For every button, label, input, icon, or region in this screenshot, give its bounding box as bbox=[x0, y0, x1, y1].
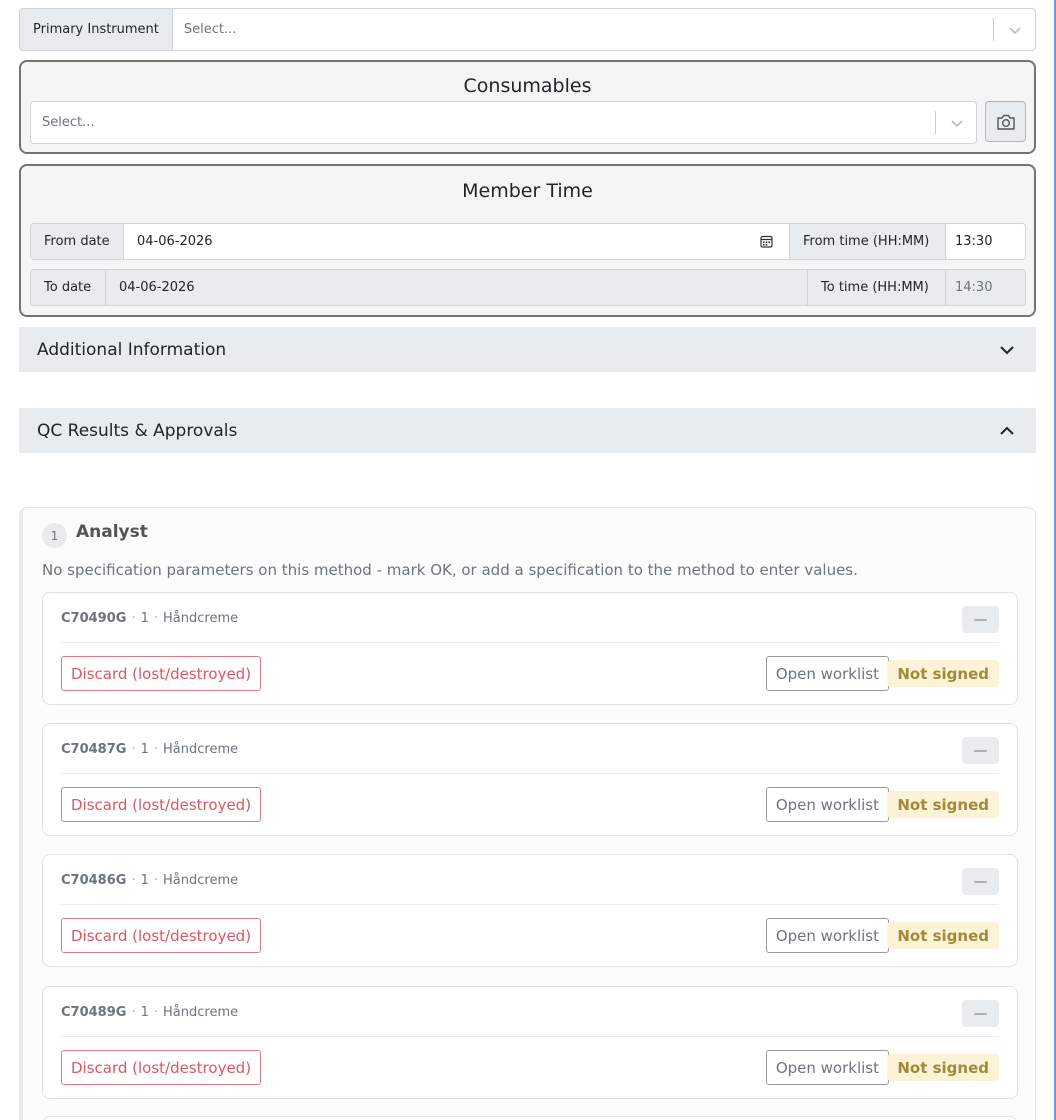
divider bbox=[61, 904, 999, 905]
primary-instrument-placeholder: Select... bbox=[183, 22, 237, 37]
primary-instrument-group: Primary Instrument Select... bbox=[19, 8, 1036, 51]
discard-button[interactable]: Discard (lost/destroyed) bbox=[61, 918, 262, 953]
chevron-down-icon bbox=[951, 119, 963, 127]
sample-result-toggle[interactable]: — bbox=[962, 606, 999, 633]
to-row: To date 04-06-2026 To time (HH:MM) 14:30 bbox=[30, 269, 1026, 306]
sample-card: C70486G · 1 · Håndcreme — Discard (lost/dest… bbox=[42, 854, 1018, 967]
additional-information-accordion[interactable]: Additional Information bbox=[19, 327, 1036, 372]
sample-product: Håndcreme bbox=[163, 611, 239, 626]
analyst-title: Analyst bbox=[76, 522, 148, 542]
status-badge: Not signed bbox=[887, 922, 999, 949]
select-separator bbox=[993, 18, 994, 41]
discard-button[interactable]: Discard (lost/destroyed) bbox=[61, 787, 262, 822]
member-time-title: Member Time bbox=[462, 180, 593, 202]
from-time-input[interactable]: 13:30 bbox=[946, 224, 1025, 259]
divider bbox=[61, 773, 999, 774]
to-date-input: 04-06-2026 bbox=[106, 270, 808, 305]
sample-result-toggle[interactable]: — bbox=[962, 737, 999, 764]
sample-header: C70487G · 1 · Håndcreme bbox=[61, 742, 239, 757]
to-date-value: 04-06-2026 bbox=[119, 280, 195, 295]
open-worklist-button[interactable]: Open worklist bbox=[765, 787, 889, 822]
primary-instrument-label: Primary Instrument bbox=[20, 9, 173, 50]
from-row: From date 04-06-2026 From time (HH:MM) 1… bbox=[30, 223, 1026, 260]
qc-results-title: QC Results & Approvals bbox=[37, 420, 238, 441]
select-separator bbox=[935, 111, 936, 134]
sample-code: C70490G bbox=[61, 611, 127, 626]
consumables-placeholder: Select... bbox=[42, 115, 95, 130]
sample-product: Håndcreme bbox=[163, 1005, 239, 1020]
from-time-value: 13:30 bbox=[955, 234, 993, 249]
camera-button[interactable] bbox=[985, 101, 1026, 142]
open-worklist-button[interactable]: Open worklist bbox=[765, 918, 889, 953]
status-badge: Not signed bbox=[887, 791, 999, 818]
discard-button[interactable]: Discard (lost/destroyed) bbox=[61, 1050, 262, 1085]
member-time-panel: Member Time From date 04-06-2026 From ti… bbox=[19, 164, 1036, 317]
specification-hint: No specification parameters on this meth… bbox=[42, 561, 858, 579]
sample-card: C70489G · 1 · Håndcreme — Discard (lost/dest… bbox=[42, 986, 1018, 1099]
sample-qty: 1 bbox=[140, 742, 149, 757]
sample-product: Håndcreme bbox=[163, 873, 239, 888]
camera-icon bbox=[996, 114, 1015, 130]
primary-instrument-select[interactable]: Select... bbox=[173, 9, 1035, 50]
from-date-label: From date bbox=[31, 224, 124, 259]
sample-qty: 1 bbox=[140, 1005, 149, 1020]
consumables-panel: Consumables Select... bbox=[19, 60, 1036, 154]
sample-qty: 1 bbox=[140, 611, 149, 626]
from-time-label: From time (HH:MM) bbox=[790, 224, 946, 259]
to-time-label: To time (HH:MM) bbox=[808, 270, 946, 305]
to-time-value: 14:30 bbox=[955, 280, 993, 295]
divider bbox=[61, 642, 999, 643]
chevron-up-icon bbox=[1000, 426, 1014, 435]
status-badge: Not signed bbox=[887, 660, 999, 687]
sample-result-toggle[interactable]: — bbox=[962, 1000, 999, 1027]
sample-card bbox=[42, 1116, 1018, 1120]
calendar-icon[interactable] bbox=[760, 235, 773, 248]
sample-header: C70490G · 1 · Håndcreme bbox=[61, 611, 239, 626]
open-worklist-button[interactable]: Open worklist bbox=[765, 656, 889, 691]
divider bbox=[61, 1036, 999, 1037]
to-date-label: To date bbox=[31, 270, 106, 305]
sample-result-toggle[interactable]: — bbox=[962, 868, 999, 895]
sample-card: C70490G · 1 · Håndcreme — Discard (lost/dest… bbox=[42, 592, 1018, 705]
consumables-title: Consumables bbox=[463, 75, 592, 97]
qc-results-accordion[interactable]: QC Results & Approvals bbox=[19, 408, 1036, 453]
sample-header: C70489G · 1 · Håndcreme bbox=[61, 1005, 239, 1020]
sample-code: C70486G bbox=[61, 873, 127, 888]
chevron-down-icon bbox=[1000, 346, 1014, 355]
to-time-input: 14:30 bbox=[946, 270, 1025, 305]
sample-code: C70489G bbox=[61, 1005, 127, 1020]
additional-information-title: Additional Information bbox=[37, 339, 227, 360]
analyst-step-card: 1 Analyst No specification parameters on… bbox=[19, 507, 1036, 1120]
sample-header: C70486G · 1 · Håndcreme bbox=[61, 873, 239, 888]
sample-qty: 1 bbox=[140, 873, 149, 888]
sample-product: Håndcreme bbox=[163, 742, 239, 757]
chevron-down-icon bbox=[1009, 26, 1021, 34]
step-number-badge: 1 bbox=[42, 523, 67, 548]
sample-card: C70487G · 1 · Håndcreme — Discard (lost/dest… bbox=[42, 723, 1018, 836]
consumables-select[interactable]: Select... bbox=[30, 101, 977, 144]
open-worklist-button[interactable]: Open worklist bbox=[765, 1050, 889, 1085]
discard-button[interactable]: Discard (lost/destroyed) bbox=[61, 656, 262, 691]
status-badge: Not signed bbox=[887, 1054, 999, 1081]
sample-code: C70487G bbox=[61, 742, 127, 757]
from-date-value: 04-06-2026 bbox=[137, 234, 213, 249]
from-date-input[interactable]: 04-06-2026 bbox=[124, 224, 790, 259]
